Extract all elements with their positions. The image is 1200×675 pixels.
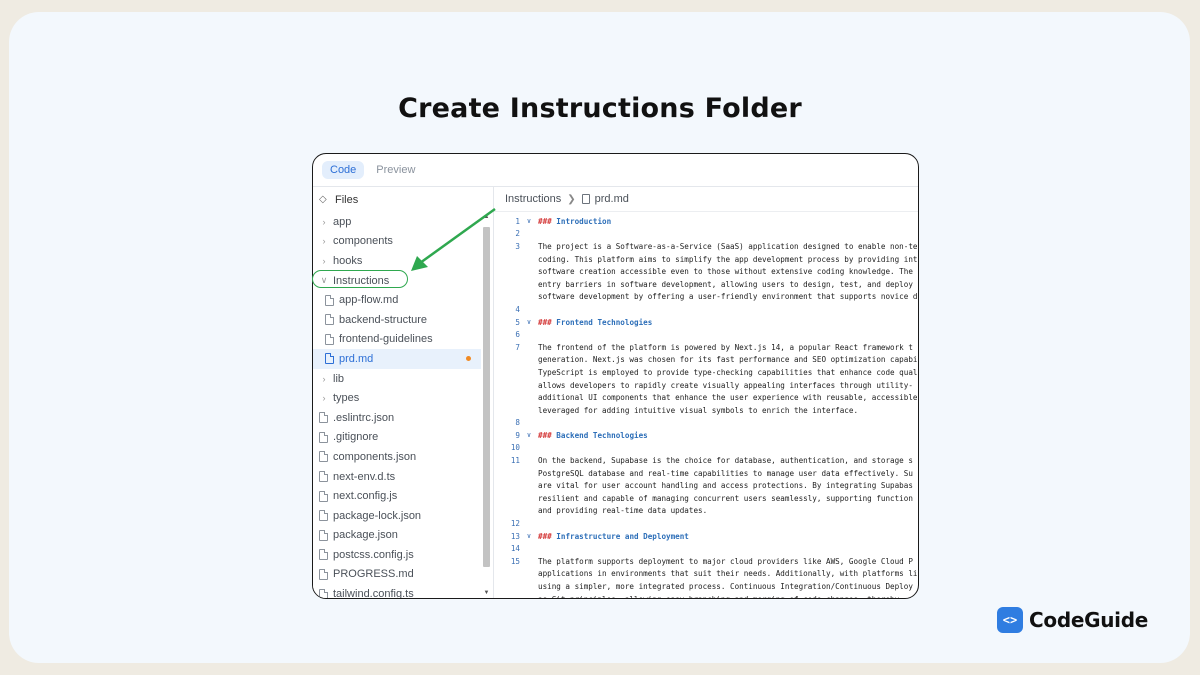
brand-name: CodeGuide — [1029, 608, 1148, 632]
annotation-arrow — [411, 207, 496, 271]
arrow-shaft — [419, 207, 496, 265]
brand-logo: <> CodeGuide — [997, 607, 1148, 633]
code-brackets-icon: <> — [997, 607, 1023, 633]
